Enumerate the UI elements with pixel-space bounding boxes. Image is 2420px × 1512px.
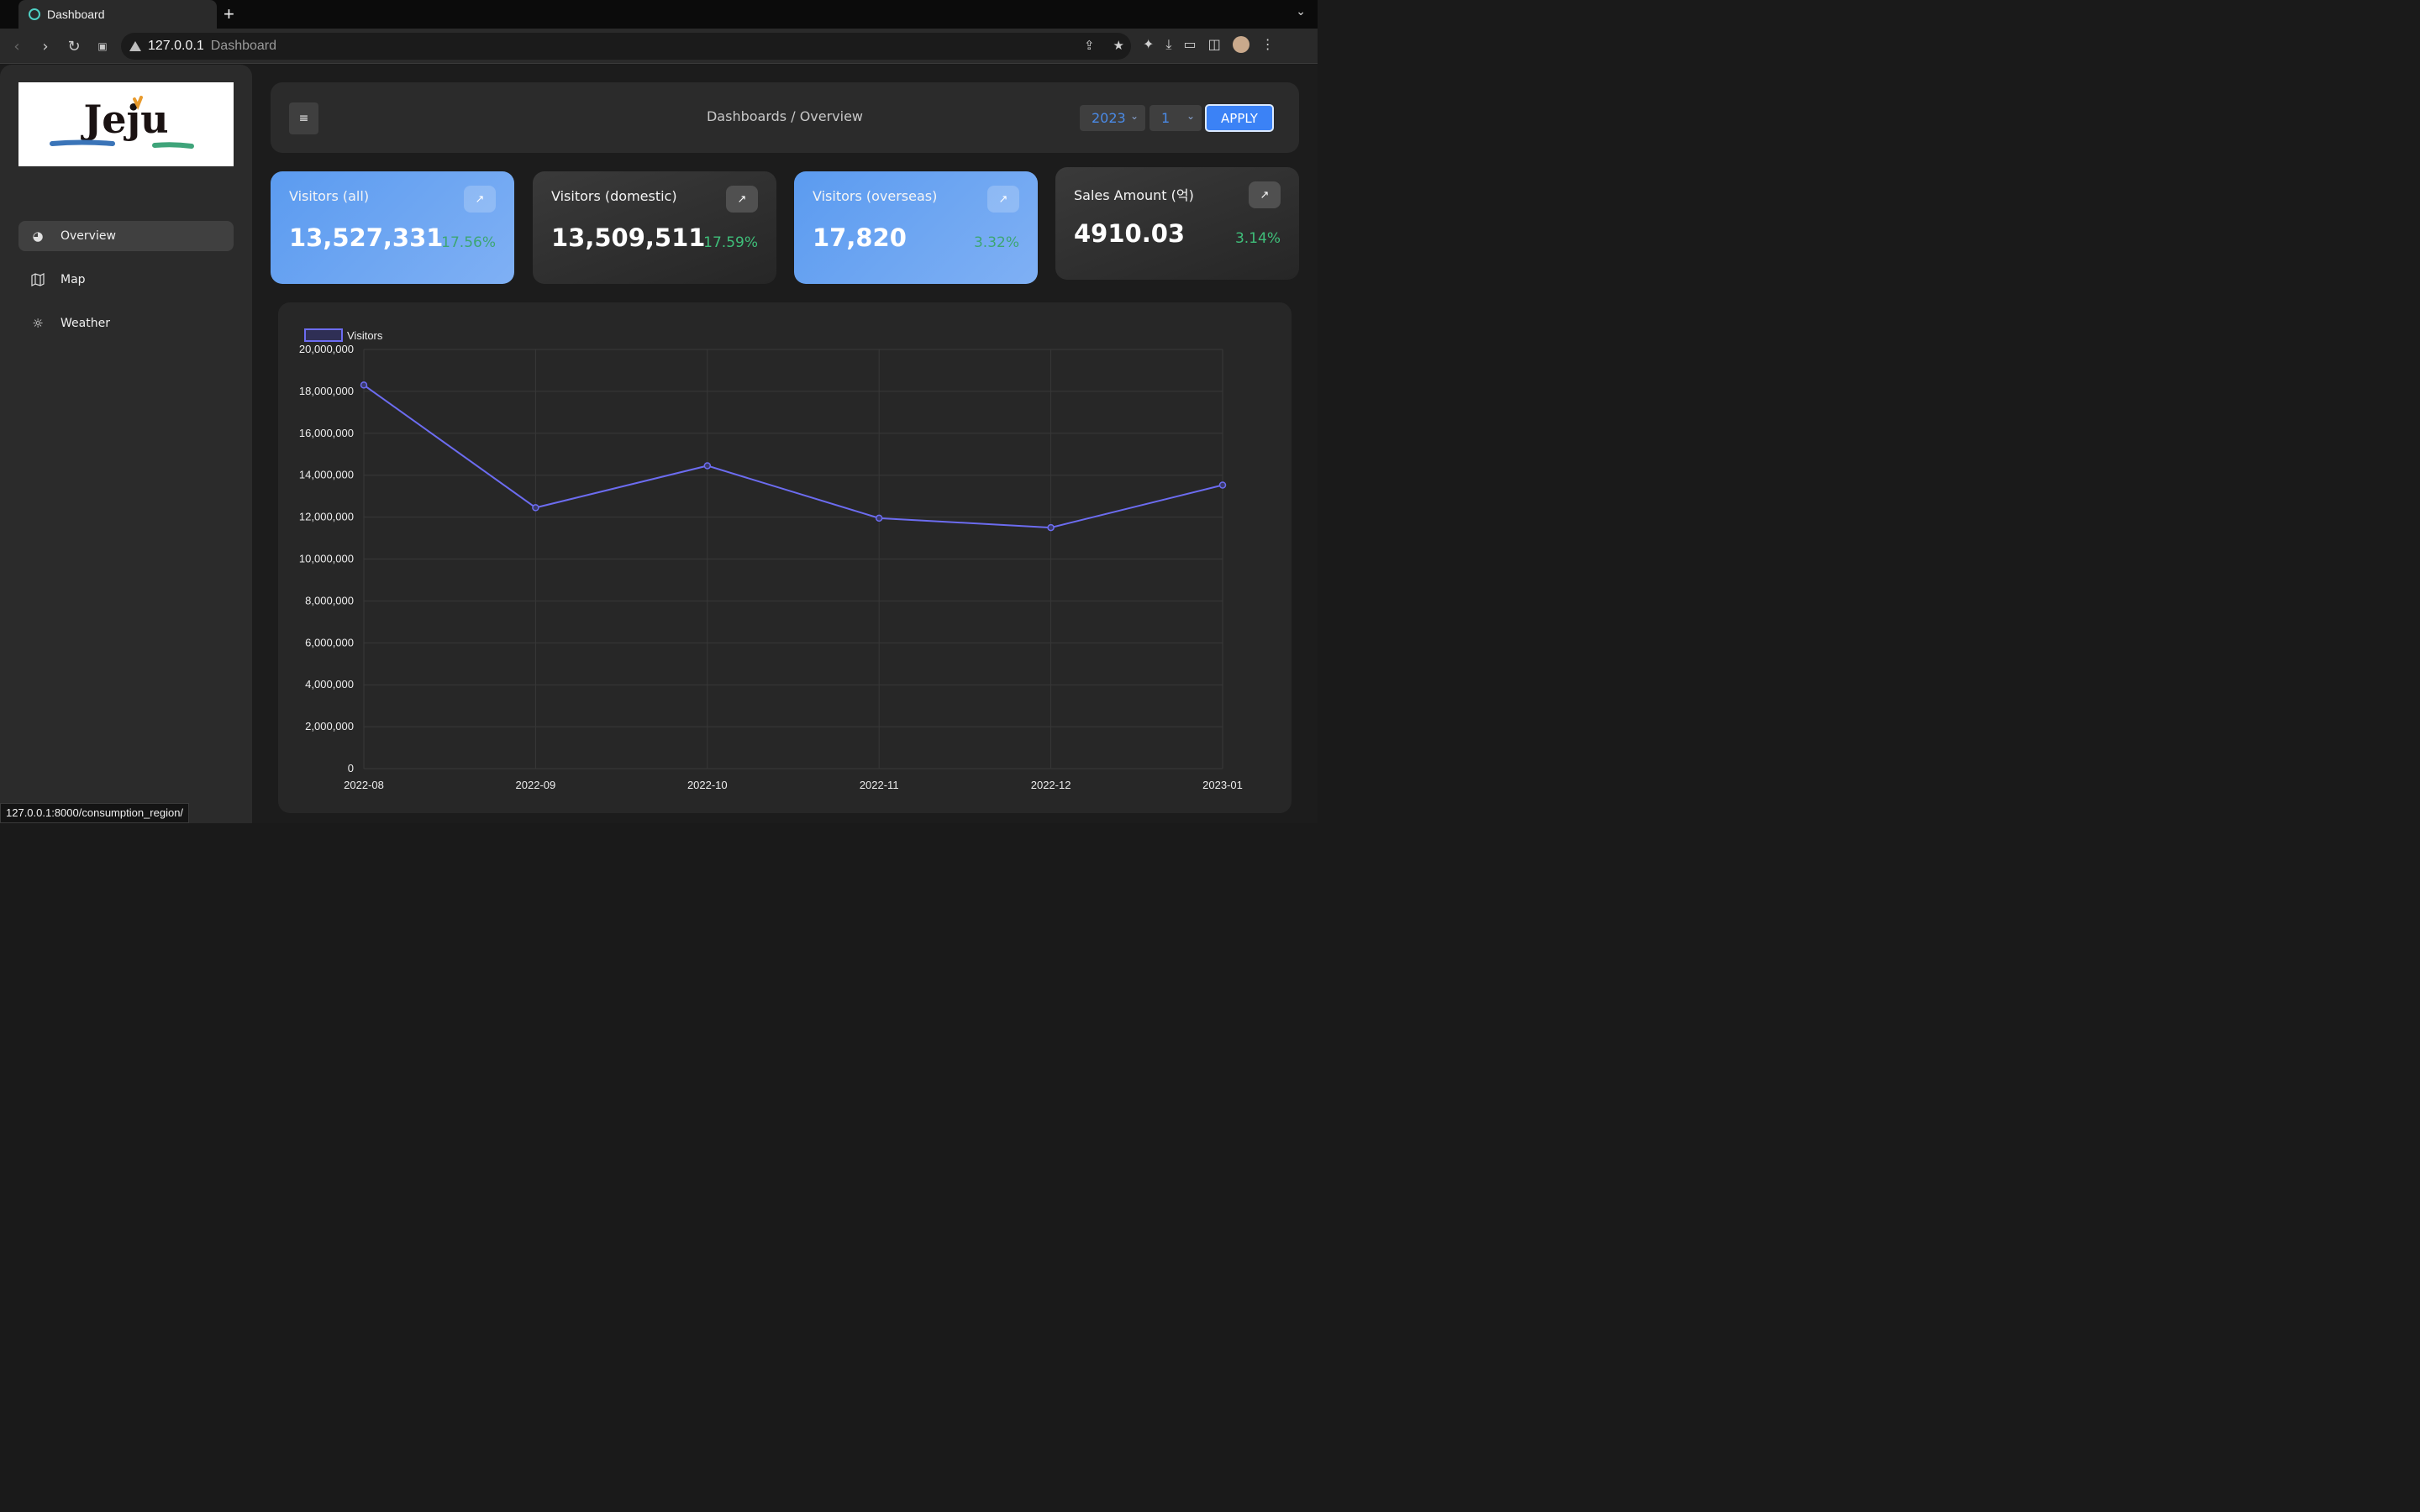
trend-up-icon[interactable]: ↗ bbox=[987, 186, 1019, 213]
bookmark-star-icon[interactable]: ★ bbox=[1113, 38, 1124, 53]
data-point bbox=[360, 381, 368, 389]
pie-chart-icon: ◕ bbox=[32, 228, 44, 244]
sidebar-item-weather[interactable]: ☼ Weather bbox=[18, 308, 234, 339]
x-tick-label: 2022-11 bbox=[860, 779, 899, 791]
share-icon[interactable]: ⇪ bbox=[1084, 38, 1095, 53]
card-value: 17,820 bbox=[813, 223, 907, 252]
legend-label: Visitors bbox=[347, 329, 383, 342]
svg-text:Jeju: Jeju bbox=[80, 97, 168, 142]
back-icon[interactable]: ‹ bbox=[7, 36, 27, 56]
not-secure-warning-icon[interactable] bbox=[129, 41, 141, 51]
x-tick-label: 2023-01 bbox=[1202, 779, 1243, 791]
y-tick-label: 6,000,000 bbox=[305, 636, 354, 648]
status-bar-url: 127.0.0.1:8000/consumption_region/ bbox=[0, 803, 190, 823]
extensions-icon[interactable]: ✦ bbox=[1143, 36, 1154, 53]
data-point bbox=[703, 462, 712, 470]
cast-icon[interactable]: ▭ bbox=[1183, 36, 1196, 53]
sun-icon: ☼ bbox=[32, 316, 44, 331]
x-tick-label: 2022-10 bbox=[687, 779, 728, 791]
card-value: 13,509,511 bbox=[551, 223, 706, 252]
y-tick-label: 2,000,000 bbox=[305, 720, 354, 732]
sidebar: Jeju ◕ Overview Map ☼ Weather bbox=[0, 65, 252, 823]
browser-toolbar: ‹ › ↻ ▣ 127.0.0.1 Dashboard ⇪ ★ ✦ ⤓ ▭ ◫ … bbox=[0, 29, 1318, 64]
sidebar-item-label: Weather bbox=[60, 317, 110, 330]
y-tick-label: 20,000,000 bbox=[299, 343, 354, 355]
chevron-down-icon: ⌄ bbox=[1129, 110, 1139, 122]
y-tick-label: 18,000,000 bbox=[299, 385, 354, 397]
url-page-title: Dashboard bbox=[210, 39, 277, 53]
url-host: 127.0.0.1 bbox=[148, 39, 204, 53]
year-select[interactable]: 2023 ⌄ bbox=[1080, 105, 1145, 131]
trend-up-icon[interactable]: ↗ bbox=[726, 186, 758, 213]
month-select-value: 1 bbox=[1161, 110, 1171, 126]
y-tick-label: 0 bbox=[348, 762, 354, 774]
download-icon[interactable]: ⤓ bbox=[1165, 36, 1171, 53]
tab-title: Dashboard bbox=[47, 8, 105, 21]
month-select[interactable]: 1 ⌄ bbox=[1150, 105, 1202, 131]
profile-avatar[interactable] bbox=[1232, 36, 1249, 53]
sidebar-item-map[interactable]: Map bbox=[18, 265, 234, 295]
card-value: 13,527,331 bbox=[289, 223, 444, 252]
card-percent-change: 3.32% bbox=[973, 234, 1019, 251]
favicon-icon bbox=[29, 8, 40, 20]
x-tick-label: 2022-09 bbox=[516, 779, 556, 791]
card-value: 4910.03 bbox=[1074, 219, 1186, 248]
card-percent-change: 17.59% bbox=[703, 234, 758, 251]
data-point bbox=[1047, 523, 1055, 532]
x-tick-label: 2022-08 bbox=[344, 779, 384, 791]
y-tick-label: 4,000,000 bbox=[305, 678, 354, 690]
split-view-icon[interactable]: ◫ bbox=[1208, 36, 1221, 53]
more-menu-icon[interactable]: ⋮ bbox=[1261, 36, 1275, 53]
year-select-value: 2023 bbox=[1092, 110, 1126, 126]
visitors-line-chart: 0 2,000,000 4,000,000 6,000,000 8,000,000 10,… bbox=[299, 328, 1243, 791]
data-point bbox=[532, 504, 539, 512]
app-area: Jeju ◕ Overview Map ☼ Weather ≡ Dashboar… bbox=[0, 65, 1318, 823]
stat-card-sales-amount: Sales Amount (억) ↗ 4910.03 3.14% bbox=[1055, 167, 1299, 280]
notion-extension-icon[interactable]: ▣ bbox=[92, 36, 113, 56]
sidebar-item-label: Overview bbox=[60, 229, 116, 243]
y-tick-label: 8,000,000 bbox=[305, 594, 354, 606]
dashboard-header: ≡ Dashboards / Overview 2023 ⌄ 1 ⌄ APPLY bbox=[271, 82, 1299, 153]
y-tick-label: 14,000,000 bbox=[299, 469, 354, 481]
map-icon bbox=[30, 272, 45, 287]
stat-card-visitors-domestic: Visitors (domestic) ↗ 13,509,511 17.59% bbox=[533, 171, 776, 284]
y-tick-label: 12,000,000 bbox=[299, 511, 354, 523]
visitors-chart-panel: 0 2,000,000 4,000,000 6,000,000 8,000,000 10,… bbox=[278, 302, 1292, 813]
apply-button[interactable]: APPLY bbox=[1205, 104, 1274, 132]
data-point bbox=[1218, 481, 1227, 489]
trend-up-icon[interactable]: ↗ bbox=[464, 186, 496, 213]
y-tick-label: 16,000,000 bbox=[299, 427, 354, 439]
jeju-logo[interactable]: Jeju bbox=[18, 82, 234, 166]
sidebar-item-overview[interactable]: ◕ Overview bbox=[18, 221, 234, 251]
address-bar[interactable]: 127.0.0.1 Dashboard ⇪ ★ bbox=[121, 33, 1131, 60]
tab-search-chevron-icon[interactable]: ⌄ bbox=[1296, 5, 1306, 18]
legend-swatch bbox=[304, 328, 343, 342]
stat-card-visitors-overseas: Visitors (overseas) ↗ 17,820 3.32% bbox=[794, 171, 1038, 284]
reload-icon[interactable]: ↻ bbox=[64, 36, 84, 56]
new-tab-icon[interactable]: + bbox=[224, 3, 234, 25]
forward-icon[interactable]: › bbox=[35, 36, 55, 56]
sidebar-item-label: Map bbox=[60, 273, 86, 286]
series-line bbox=[363, 384, 1223, 529]
trend-up-icon[interactable]: ↗ bbox=[1249, 181, 1281, 208]
browser-tab-bar: Dashboard + ⌄ bbox=[0, 0, 1318, 29]
stat-card-visitors-all: Visitors (all) ↗ 13,527,331 17.56% bbox=[271, 171, 514, 284]
browser-tab[interactable]: Dashboard bbox=[18, 0, 217, 29]
x-tick-label: 2022-12 bbox=[1031, 779, 1071, 791]
data-point bbox=[875, 514, 883, 522]
y-tick-label: 10,000,000 bbox=[299, 553, 354, 565]
card-percent-change: 3.14% bbox=[1234, 230, 1281, 247]
chevron-down-icon: ⌄ bbox=[1186, 110, 1195, 122]
card-percent-change: 17.56% bbox=[441, 234, 496, 251]
